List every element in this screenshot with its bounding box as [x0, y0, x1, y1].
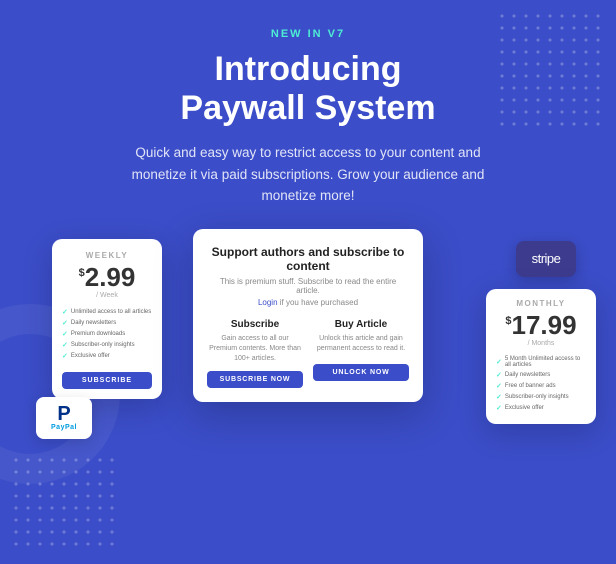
monthly-price-row: $ 17.99	[496, 312, 586, 338]
monthly-feature-4: Subscriber-only insights	[496, 392, 586, 403]
monthly-feature-1: 5 Month Unlimited access to all articles	[496, 355, 586, 370]
modal-description: This is premium stuff. Subscribe to read…	[207, 277, 409, 295]
weekly-price-row: $ 2.99	[62, 264, 152, 290]
weekly-card-label: WEEKLY	[62, 251, 152, 260]
monthly-period: / Months	[496, 340, 586, 347]
weekly-feature-5: Exclusive offer	[62, 351, 152, 362]
paypal-p-icon: P	[57, 404, 70, 424]
modal-options-row: Subscribe Gain access to all our Premium…	[207, 319, 409, 388]
weekly-feature-4: Subscriber-only insights	[62, 340, 152, 351]
paywall-modal: Support authors and subscribe to content…	[193, 229, 423, 402]
monthly-price: 17.99	[512, 312, 577, 338]
weekly-subscribe-button[interactable]: SUBSCRIBE	[62, 372, 152, 389]
subtitle-text: Quick and easy way to restrict access to…	[118, 142, 498, 207]
stripe-badge: stripe	[516, 241, 576, 277]
weekly-features: Unlimited access to all articles Daily n…	[62, 307, 152, 362]
version-badge: NEW IN V7	[271, 28, 345, 40]
subscribe-option-title: Subscribe	[207, 319, 303, 330]
main-title: Introducing Paywall System	[180, 50, 435, 128]
modal-title: Support authors and subscribe to content	[207, 245, 409, 273]
modal-login-line: Login if you have purchased	[207, 298, 409, 307]
monthly-feature-5: Exclusive offer	[496, 403, 586, 414]
weekly-feature-3: Premium downloads	[62, 329, 152, 340]
weekly-feature-1: Unlimited access to all articles	[62, 307, 152, 318]
subscribe-now-button[interactable]: SUBSCRIBE NOW	[207, 371, 303, 388]
login-link[interactable]: Login	[258, 298, 278, 307]
monthly-feature-2: Daily newsletters	[496, 370, 586, 381]
buy-article-option: Buy Article Unlock this article and gain…	[313, 319, 409, 388]
monthly-pricing-card: MONTHLY $ 17.99 / Months 5 Month Unlimit…	[486, 289, 596, 424]
page-content: NEW IN V7 Introducing Paywall System Qui…	[0, 0, 616, 489]
weekly-period: / Week	[62, 292, 152, 299]
login-suffix: if you have purchased	[278, 298, 359, 307]
weekly-price: 2.99	[85, 264, 136, 290]
stripe-label: stripe	[532, 251, 561, 266]
unlock-now-button[interactable]: UNLOCK NOW	[313, 364, 409, 381]
monthly-features: 5 Month Unlimited access to all articles…	[496, 355, 586, 414]
paypal-badge: P PayPal	[36, 397, 92, 439]
monthly-feature-3: Free of banner ads	[496, 381, 586, 392]
subscribe-option-desc: Gain access to all our Premium contents.…	[207, 334, 303, 363]
monthly-card-label: MONTHLY	[496, 299, 586, 308]
paypal-logo: P PayPal	[51, 404, 77, 431]
cards-area: WEEKLY $ 2.99 / Week Unlimited access to…	[0, 229, 616, 489]
weekly-feature-2: Daily newsletters	[62, 318, 152, 329]
buy-article-option-desc: Unlock this article and gain permanent a…	[313, 334, 409, 356]
weekly-pricing-card: WEEKLY $ 2.99 / Week Unlimited access to…	[52, 239, 162, 399]
paypal-label: PayPal	[51, 424, 77, 431]
subscribe-option: Subscribe Gain access to all our Premium…	[207, 319, 303, 388]
buy-article-option-title: Buy Article	[313, 319, 409, 330]
